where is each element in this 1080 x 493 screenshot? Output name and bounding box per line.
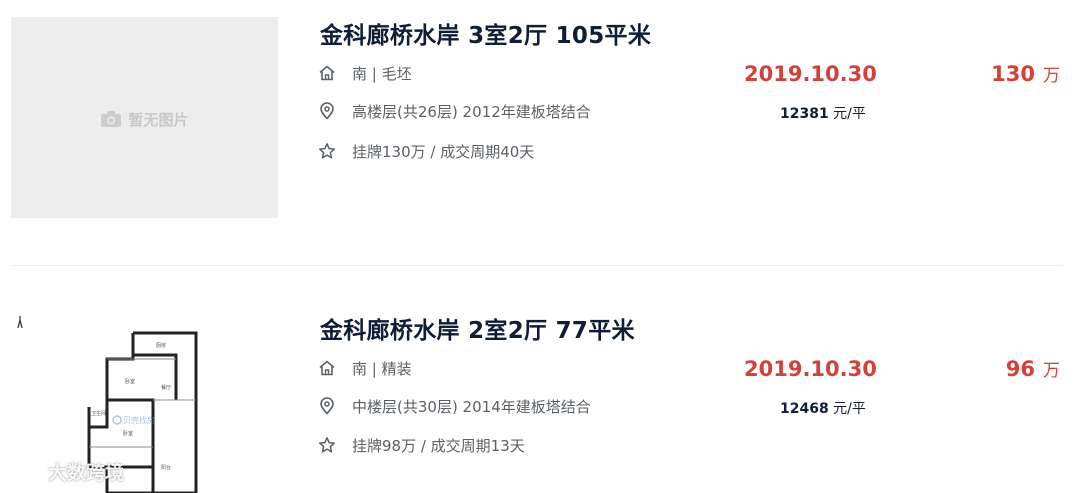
listing-title[interactable]: 金科廊桥水岸 2室2厅 77平米 [320,311,635,345]
deal-date: 2019.10.30 [744,357,877,381]
unit-price-value: 12381 [780,106,829,122]
unit-price-value: 12468 [780,401,829,417]
total-price-unit: 万 [1043,361,1060,381]
orientation-text: 南 | 精装 [352,360,412,378]
star-icon [318,437,336,453]
svg-text:餐厅: 餐厅 [161,384,171,391]
unit-price-unit: 元/平 [833,401,866,417]
total-price: 96 万 [1006,356,1060,381]
listing-item[interactable]: 暂无图片 金科廊桥水岸 3室2厅 105平米 南 | 毛坯 高楼层(共26层) … [0,0,1080,265]
svg-text:贝壳找房: 贝壳找房 [123,415,155,425]
total-price-value: 130 [991,62,1035,86]
svg-text:厨房: 厨房 [156,342,166,349]
camera-icon [101,111,122,127]
svg-text:卧室: 卧室 [123,430,133,437]
floor-text: 中楼层(共30层) 2014年建板塔结合 [352,398,591,416]
unit-price-unit: 元/平 [833,106,866,122]
orientation-row: 南 | 毛坯 [318,63,412,84]
unit-price: 12468 元/平 [780,398,866,418]
floor-text: 高楼层(共26层) 2012年建板塔结合 [352,103,591,121]
deal-row: 挂牌98万 / 成交周期13天 [318,435,525,456]
svg-text:卫生间: 卫生间 [91,410,106,417]
deal-row: 挂牌130万 / 成交周期40天 [318,141,534,162]
total-price-value: 96 [1005,357,1035,381]
watermark-logo-icon [10,462,42,482]
house-icon [319,65,335,81]
deal-text: 挂牌130万 / 成交周期40天 [352,143,535,161]
corner-watermark: 大数跨境 [8,458,124,485]
listing-item[interactable]: 卧室 厨房 餐厅 卫生间 卧室 阳台 贝壳找房 金科廊桥水岸 2室2厅 77平米… [0,295,1080,493]
floor-row: 高楼层(共26层) 2012年建板塔结合 [318,101,591,122]
star-icon [318,143,336,159]
floor-row: 中楼层(共30层) 2014年建板塔结合 [318,396,591,417]
total-price-unit: 万 [1043,66,1060,86]
floorplan-watermark: 贝壳找房 [112,415,155,425]
deal-text: 挂牌98万 / 成交周期13天 [352,437,525,455]
house-icon [319,360,335,376]
location-pin-icon [320,102,334,120]
placeholder-label: 暂无图片 [128,111,189,129]
svg-text:阳台: 阳台 [161,464,171,471]
compass-icon [17,316,23,329]
orientation-row: 南 | 精装 [318,358,412,379]
total-price: 130 万 [991,61,1060,86]
no-image-placeholder: 暂无图片 [11,109,278,130]
listing-divider [11,265,1063,266]
deal-date: 2019.10.30 [744,62,877,86]
orientation-text: 南 | 毛坯 [352,65,412,83]
unit-price: 12381 元/平 [780,103,866,123]
listing-title[interactable]: 金科廊桥水岸 3室2厅 105平米 [320,16,651,50]
watermark-text: 大数跨境 [48,462,125,484]
listing-thumbnail[interactable]: 暂无图片 [11,17,278,218]
svg-text:卧室: 卧室 [125,378,135,385]
location-pin-icon [320,397,334,415]
